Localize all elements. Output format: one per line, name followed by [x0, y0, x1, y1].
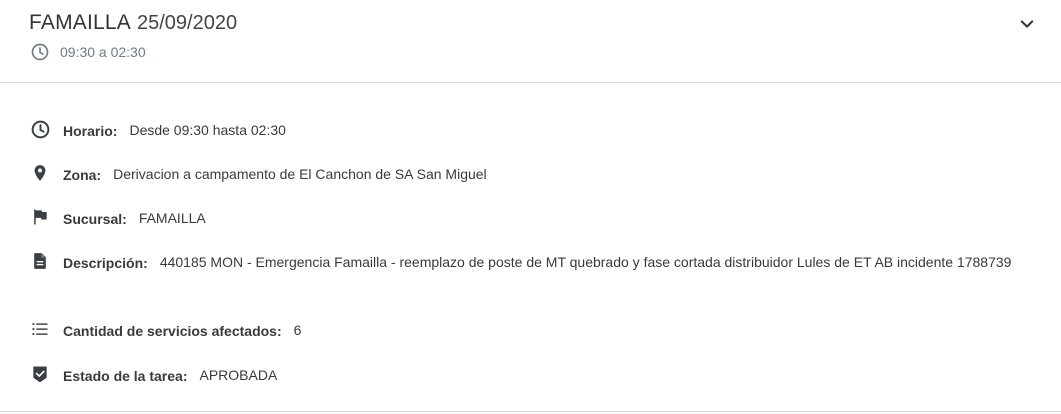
- task-card-header[interactable]: FAMAILLA 25/09/2020 09:30 a 02:30: [0, 0, 1061, 83]
- estado-value: APROBADA: [199, 367, 278, 383]
- horario-value: Desde 09:30 hasta 02:30: [129, 122, 286, 138]
- detail-row-servicios: Cantidad de servicios afectados: 6: [29, 318, 301, 342]
- detail-row-descripcion: Descripción: 440185 MON - Emergencia Fam…: [29, 250, 1020, 274]
- location-pin-icon: [29, 162, 51, 184]
- estado-label: Estado de la tarea:: [63, 368, 188, 384]
- zona-label: Zona:: [63, 167, 102, 183]
- flag-icon: [29, 206, 51, 228]
- servicios-label: Cantidad de servicios afectados:: [63, 323, 282, 339]
- clock-icon: [29, 118, 51, 140]
- detail-row-estado: Estado de la tarea: APROBADA: [29, 363, 277, 387]
- descripcion-label: Descripción:: [63, 255, 148, 271]
- zona-value: Derivacion a campamento de El Canchon de…: [113, 166, 487, 182]
- detail-row-zona: Zona: Derivacion a campamento de El Canc…: [29, 162, 487, 186]
- clock-icon: [29, 41, 51, 63]
- document-icon: [29, 250, 51, 272]
- descripcion-value: 440185 MON - Emergencia Famailla - reemp…: [159, 254, 1012, 270]
- task-time-range: 09:30 a 02:30: [60, 44, 146, 60]
- list-icon: [29, 318, 51, 340]
- chevron-down-icon[interactable]: [1015, 12, 1039, 36]
- sucursal-label: Sucursal:: [63, 211, 127, 227]
- task-card: FAMAILLA 25/09/2020 09:30 a 02:30 Horario…: [0, 0, 1061, 412]
- detail-row-sucursal: Sucursal: FAMAILLA: [29, 206, 206, 230]
- detail-row-horario: Horario: Desde 09:30 hasta 02:30: [29, 118, 286, 142]
- horario-label: Horario:: [63, 123, 118, 139]
- servicios-value: 6: [293, 322, 302, 338]
- task-date: 25/09/2020: [136, 12, 238, 34]
- task-time-summary: 09:30 a 02:30: [29, 41, 146, 63]
- task-title: FAMAILLA 25/09/2020: [29, 10, 237, 36]
- sucursal-value: FAMAILLA: [138, 210, 206, 226]
- check-shield-icon: [29, 363, 51, 385]
- task-branch-name: FAMAILLA: [29, 11, 131, 34]
